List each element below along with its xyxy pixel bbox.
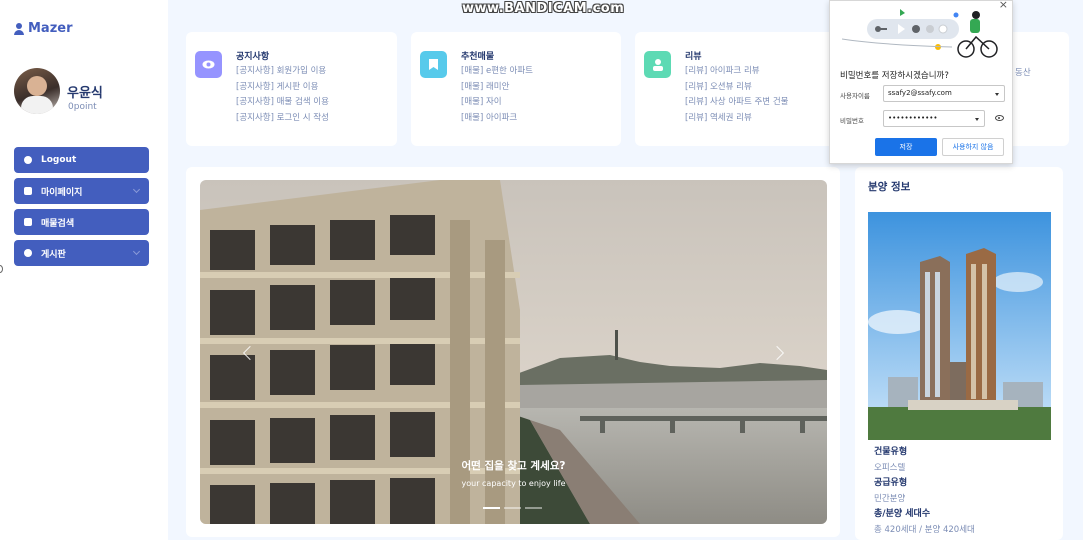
list-item[interactable]: [리뷰] 사상 아파트 주변 건물 <box>685 95 788 111</box>
card-title: 리뷰 <box>685 52 702 62</box>
bookmark-icon <box>420 51 447 78</box>
card-fragment: 동산 <box>1015 68 1031 78</box>
alert-square-icon <box>24 218 32 226</box>
carousel-indicator[interactable] <box>525 507 542 509</box>
field-label: 총/분양 세대수 <box>874 509 931 519</box>
password-save-popup: × 비밀번호를 저장하시겠습니까? 사용자이름 ssafy2@ssafy.com… <box>829 0 1013 164</box>
sidebar-item-logout[interactable]: Logout <box>14 147 149 173</box>
card-title: 분양 정보 <box>868 181 911 193</box>
user-icon <box>644 51 671 78</box>
list-item[interactable]: [리뷰] 오션뷰 리뷰 <box>685 80 788 96</box>
card-title: 공지사항 <box>236 52 270 62</box>
recorder-watermark: www.BANDICAM.com <box>462 1 625 16</box>
chevron-down-icon <box>132 247 141 256</box>
person-icon <box>24 187 32 195</box>
user-name: 우윤식 <box>67 86 103 101</box>
password-illustration <box>842 9 998 58</box>
save-password-button[interactable]: 저장 <box>875 138 937 156</box>
field-label: 건물유형 <box>874 447 908 457</box>
review-card: 리뷰 [리뷰] 아이파크 리뷰 [리뷰] 오션뷰 리뷰 [리뷰] 사상 아파트 … <box>635 32 845 146</box>
list-item[interactable]: [매물] e편한 아파트 <box>461 64 533 80</box>
logo-text: Mazer <box>28 21 73 36</box>
sidebar: Mazer 우윤식 0point Logout 마이페이지 매물검색 게시판 <box>0 0 168 540</box>
field-value: 총 420세대 / 분양 420세대 <box>874 524 975 535</box>
list-item[interactable]: [매물] 아이파크 <box>461 111 533 127</box>
carousel[interactable]: 어떤 집을 찾고 계세요? your capacity to enjoy lif… <box>200 180 827 524</box>
notice-card: 공지사항 [공지사항] 회원가입 이용 [공지사항] 게시판 이용 [공지사항]… <box>186 32 397 146</box>
list-item[interactable]: [리뷰] 역세권 리뷰 <box>685 111 788 127</box>
list-item[interactable]: [공지사항] 매물 검색 이용 <box>236 95 329 111</box>
list-item[interactable]: [공지사항] 로그인 시 작성 <box>236 111 329 127</box>
field-value: 오피스텔 <box>874 462 906 473</box>
sidebar-menu: Logout 마이페이지 매물검색 게시판 <box>14 147 149 271</box>
sale-info-card: 분양 정보 건물유형 오피스텔 공급유형 민간분양 총/분양 세대수 총 420… <box>855 167 1063 540</box>
carousel-indicators <box>483 507 542 509</box>
list-item[interactable]: [매물] 자이 <box>461 95 533 111</box>
stack-icon <box>24 249 32 257</box>
sidebar-item-label: 매물검색 <box>41 218 75 229</box>
eye-icon <box>195 51 222 78</box>
sidebar-item-label: Logout <box>41 155 77 165</box>
dropdown-caret-icon <box>975 118 979 121</box>
sidebar-item-search[interactable]: 매물검색 <box>14 209 149 235</box>
sidebar-item-label: 마이페이지 <box>41 187 83 198</box>
carousel-indicator[interactable] <box>483 507 500 509</box>
carousel-title: 어떤 집을 찾고 계세요? <box>461 460 566 472</box>
username-value: ssafy2@ssafy.com <box>888 89 952 97</box>
carousel-indicator[interactable] <box>504 507 521 509</box>
carousel-subtitle: your capacity to enjoy life <box>461 479 566 488</box>
card-title: 추천매물 <box>461 52 495 62</box>
username-field[interactable]: ssafy2@ssafy.com <box>883 85 1005 102</box>
password-value: •••••••••••• <box>888 114 938 122</box>
list-item[interactable]: [매물] 래미안 <box>461 80 533 96</box>
recommend-card: 추천매물 [매물] e편한 아파트 [매물] 래미안 [매물] 자이 [매물] … <box>411 32 621 146</box>
notice-list: [공지사항] 회원가입 이용 [공지사항] 게시판 이용 [공지사항] 매물 검… <box>236 64 329 126</box>
field-value: 민간분양 <box>874 493 906 504</box>
list-item[interactable]: [공지사항] 회원가입 이용 <box>236 64 329 80</box>
eye-icon[interactable] <box>995 115 1004 121</box>
logo[interactable]: Mazer <box>14 21 73 36</box>
username-label: 사용자이름 <box>840 92 870 100</box>
list-item[interactable]: [공지사항] 게시판 이용 <box>236 80 329 96</box>
sidebar-item-mypage[interactable]: 마이페이지 <box>14 178 149 204</box>
dropdown-caret-icon <box>995 93 999 96</box>
sidebar-item-label: 게시판 <box>41 249 66 260</box>
logout-icon <box>24 156 32 164</box>
list-item[interactable]: [리뷰] 아이파크 리뷰 <box>685 64 788 80</box>
password-label: 비밀번호 <box>840 117 864 125</box>
info-fields: 건물유형 오피스텔 공급유형 민간분양 총/분양 세대수 총 420세대 / 분… <box>874 445 975 538</box>
password-field[interactable]: •••••••••••• <box>883 110 985 127</box>
person-icon <box>14 22 24 35</box>
chevron-down-icon <box>132 185 141 194</box>
avatar <box>14 68 60 114</box>
never-button[interactable]: 사용하지 않음 <box>942 138 1004 156</box>
review-list: [리뷰] 아이파크 리뷰 [리뷰] 오션뷰 리뷰 [리뷰] 사상 아파트 주변 … <box>685 64 788 126</box>
sidebar-item-board[interactable]: 게시판 <box>14 240 149 266</box>
recommend-list: [매물] e편한 아파트 [매물] 래미안 [매물] 자이 [매물] 아이파크 <box>461 64 533 126</box>
popup-question: 비밀번호를 저장하시겠습니까? <box>840 71 949 81</box>
field-label: 공급유형 <box>874 478 908 488</box>
user-point: 0point <box>68 102 97 112</box>
building-image <box>868 212 1051 440</box>
